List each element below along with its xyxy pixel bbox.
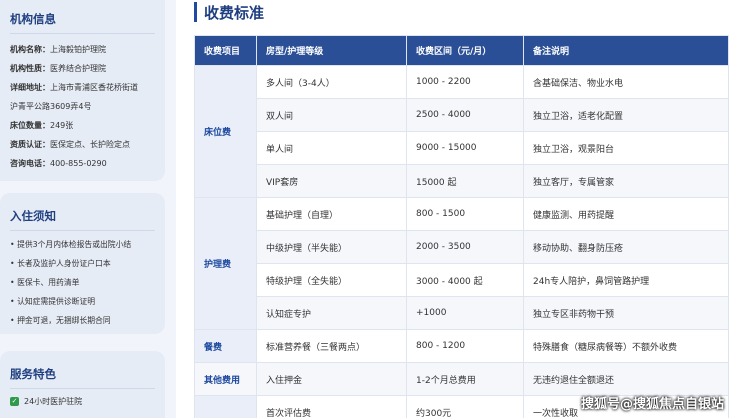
table-cell: 独立卫浴，观景阳台 (523, 131, 729, 165)
table-cell: 含基础保洁、物业水电 (523, 65, 729, 99)
features-title: 服务特色 (10, 367, 56, 381)
table-cell: 3000 - 4000 起 (406, 263, 524, 297)
divider (10, 33, 155, 34)
table-cell: 特级护理（全失能） (256, 263, 407, 297)
org-cert-row: 资质认证：医保定点、长护险定点 (10, 140, 130, 149)
table-cell: +1000 (406, 296, 524, 330)
admission-card: 入住须知 • 提供3个月内体检报告或出院小结 • 长者及监护人身份证户口本 • … (0, 193, 165, 334)
page-title: 收费标准 (204, 4, 265, 22)
org-type-row: 机构性质：医养结合护理院 (10, 64, 106, 73)
table-cell: 单人间 (256, 131, 407, 165)
watermark: 搜狐号@搜狐焦点自银站 (580, 397, 724, 412)
table-row: 中级护理（半失能） 2000 - 3500 移动协助、翻身防压疮 (195, 230, 729, 264)
divider (10, 230, 155, 231)
table-row: 认知症专护 +1000 独立专区非药物干预 (195, 296, 729, 330)
org-info-title: 机构信息 (10, 12, 56, 26)
table-cell: 首次评估费 (256, 395, 407, 418)
table-cell: 双人间 (256, 98, 407, 132)
category-cell: 其他费用 (194, 362, 257, 396)
org-name-row: 机构名称：上海毅铂护理院 (10, 45, 106, 54)
table-cell: 24h专人陪护，鼻饲管路护理 (523, 263, 729, 297)
table-cell: 800 - 1200 (406, 329, 524, 363)
sidebar: 机构信息 机构名称：上海毅铂护理院 机构性质：医养结合护理院 详细地址：上海市青… (0, 0, 176, 418)
table-cell: 800 - 1500 (406, 197, 524, 231)
table-cell: 中级护理（半失能） (256, 230, 407, 264)
table-cell: 15000 起 (406, 164, 524, 198)
org-beds-row: 床位数量：249张 (10, 121, 74, 130)
org-phone-row: 咨询电话：400-855-0290 (10, 159, 107, 168)
org-info-card: 机构信息 机构名称：上海毅铂护理院 机构性质：医养结合护理院 详细地址：上海市青… (0, 0, 165, 181)
table-cell: 2000 - 3500 (406, 230, 524, 264)
table-cell: 入住押金 (256, 362, 407, 396)
list-item: • 认知症需提供诊断证明 (10, 297, 96, 306)
table-cell: 认知症专护 (256, 296, 407, 330)
table-header-row: 收费项目 房型/护理等级 收费区间（元/月） 备注说明 (194, 35, 729, 66)
org-address-row-2: 沪青平公路3609弄4号 (10, 102, 92, 111)
table-cell: 基础护理（自理） (256, 197, 407, 231)
table-row: 双人间 2500 - 4000 独立卫浴，适老化配置 (195, 98, 729, 132)
category-cell (194, 395, 257, 418)
table-cell: 2500 - 4000 (406, 98, 524, 132)
feature-item: ✓ 24小时医护驻院 (10, 397, 83, 406)
table-cell: 约300元 (406, 395, 524, 418)
table-cell: 1-2个月总费用 (406, 362, 524, 396)
list-item: • 押金可退，无捆绑长期合同 (10, 316, 111, 325)
table-row: 餐费 标准营养餐（三餐两点） 800 - 1200 特殊膳食（糖尿病餐等）不额外… (194, 329, 729, 363)
column-header: 房型/护理等级 (256, 35, 407, 66)
table-cell: 独立专区非药物干预 (523, 296, 729, 330)
table-cell: 无违约退住全额退还 (523, 362, 729, 396)
table-row: 护理费 基础护理（自理） 800 - 1500 健康监测、用药提醒 (194, 197, 729, 330)
table-cell: 标准营养餐（三餐两点） (256, 329, 407, 363)
features-card: 服务特色 ✓ 24小时医护驻院 (0, 351, 165, 418)
table-cell: 多人间（3-4人） (256, 65, 407, 99)
table-cell: 1000 - 2200 (406, 65, 524, 99)
table-cell: 特殊膳食（糖尿病餐等）不额外收费 (523, 329, 729, 363)
list-item: • 提供3个月内体检报告或出院小结 (10, 240, 132, 249)
column-header: 备注说明 (523, 35, 729, 66)
table-cell: 健康监测、用药提醒 (523, 197, 729, 231)
table-row: VIP套房 15000 起 独立客厅，专属管家 (195, 164, 729, 198)
checkmark-icon: ✓ (10, 397, 19, 406)
title-accent-bar (194, 2, 197, 22)
table-cell: 独立客厅，专属管家 (523, 164, 729, 198)
table-row: 其他费用 入住押金 1-2个月总费用 无违约退住全额退还 (194, 362, 729, 396)
table-row: 单人间 9000 - 15000 独立卫浴，观景阳台 (195, 131, 729, 165)
table-row: 特级护理（全失能） 3000 - 4000 起 24h专人陪护，鼻饲管路护理 (195, 263, 729, 297)
category-cell: 床位费 (194, 65, 257, 198)
category-cell: 餐费 (194, 329, 257, 363)
table-cell: 移动协助、翻身防压疮 (523, 230, 729, 264)
list-item: • 医保卡、用药清单 (10, 278, 80, 287)
category-cell: 护理费 (194, 197, 257, 330)
table-cell: VIP套房 (256, 164, 407, 198)
table-row: 床位费 多人间（3-4人） 1000 - 2200 含基础保洁、物业水电 (194, 65, 729, 198)
column-header: 收费区间（元/月） (406, 35, 524, 66)
list-item: • 长者及监护人身份证户口本 (10, 259, 111, 268)
admission-title: 入住须知 (10, 209, 56, 223)
column-header: 收费项目 (194, 35, 257, 66)
divider (10, 388, 155, 389)
org-address-row: 详细地址：上海市青浦区香花桥街道 (10, 83, 138, 92)
table-cell: 9000 - 15000 (406, 131, 524, 165)
fee-table: 收费项目 房型/护理等级 收费区间（元/月） 备注说明 床位费 多人间（3-4人… (194, 35, 729, 418)
table-cell: 独立卫浴，适老化配置 (523, 98, 729, 132)
